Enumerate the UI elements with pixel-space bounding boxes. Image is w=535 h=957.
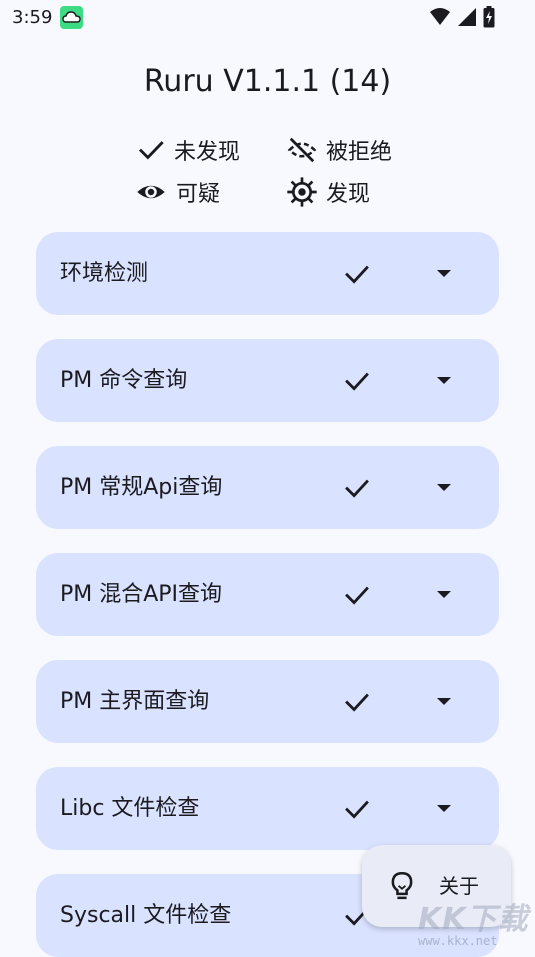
bug-icon [286,176,318,208]
status-time: 3:59 [12,7,53,28]
watermark-text: KK下载 [418,902,529,937]
watermark-url: www.kkx.net [418,934,498,948]
check-icon [342,474,372,506]
caret-down-icon[interactable] [434,372,454,392]
check-icon [342,367,372,399]
battery-charging-icon [483,6,495,32]
caret-down-icon[interactable] [434,693,454,713]
check-label: PM 命令查询 [60,368,188,393]
legend-suspicious: 可疑 [134,176,220,208]
check-icon [342,260,372,292]
check-card[interactable]: 环境检测 [36,232,499,315]
legend-label: 未发现 [174,140,241,165]
check-icon [136,135,166,165]
check-card[interactable]: PM 常规Api查询 [36,446,499,529]
check-label: Libc 文件检查 [60,796,200,821]
signal-icon [457,7,477,31]
check-card[interactable]: PM 主界面查询 [36,660,499,743]
legend-label: 可疑 [176,182,221,207]
check-label: PM 混合API查询 [60,582,223,607]
check-card[interactable]: PM 命令查询 [36,339,499,422]
eye-icon [134,177,168,207]
caret-down-icon[interactable] [434,800,454,820]
check-icon [342,688,372,720]
wifi-icon [429,7,451,31]
legend-found: 发现 [286,176,370,208]
page-title: Ruru V1.1.1 (14) [143,64,392,99]
check-label: Syscall 文件检查 [60,903,232,928]
check-icon [342,581,372,613]
check-icon [342,795,372,827]
legend-not-found: 未发现 [136,134,240,166]
check-label: PM 主界面查询 [60,689,210,714]
caret-down-icon[interactable] [434,479,454,499]
check-card[interactable]: PM 混合API查询 [36,553,499,636]
eye-off-icon [286,135,318,165]
caret-down-icon[interactable] [434,586,454,606]
cloud-app-icon [60,6,83,29]
check-label: 环境检测 [60,261,149,286]
check-card[interactable]: Libc 文件检查 [36,767,499,850]
legend-label: 发现 [326,182,371,207]
watermark: KK下载 www.kkx.net [400,890,535,951]
status-icons [429,6,495,32]
status-bar: 3:59 [0,0,535,36]
caret-down-icon[interactable] [434,265,454,285]
legend-label: 被拒绝 [326,140,393,165]
check-label: PM 常规Api查询 [60,475,223,500]
legend-denied: 被拒绝 [286,134,392,166]
